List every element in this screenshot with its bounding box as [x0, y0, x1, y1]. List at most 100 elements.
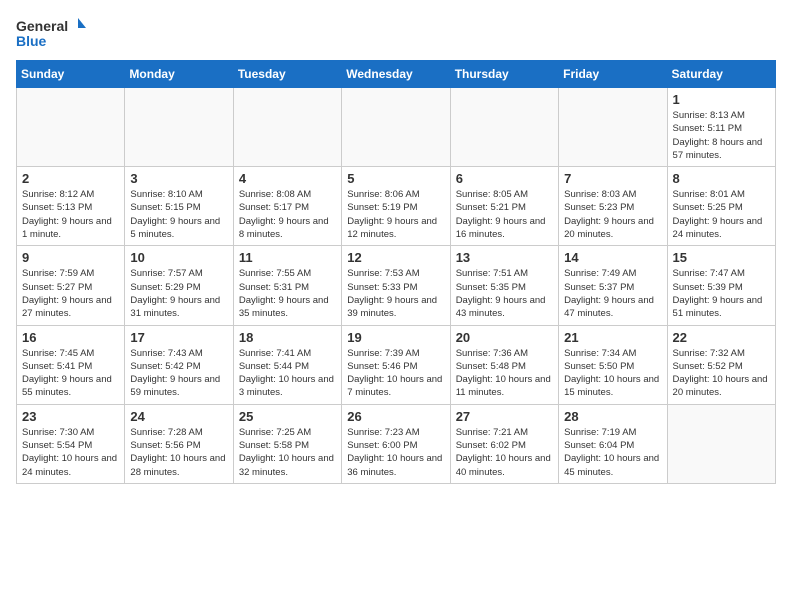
calendar-cell: 12 Sunrise: 7:53 AM Sunset: 5:33 PM Dayli… [342, 246, 450, 325]
svg-text:Blue: Blue [16, 33, 47, 49]
calendar-week-1: 1 Sunrise: 8:13 AM Sunset: 5:11 PM Daylig… [17, 88, 776, 167]
day-info: Sunrise: 7:21 AM Sunset: 6:02 PM Dayligh… [456, 426, 553, 479]
day-info: Sunrise: 7:53 AM Sunset: 5:33 PM Dayligh… [347, 267, 444, 320]
day-info: Sunrise: 7:30 AM Sunset: 5:54 PM Dayligh… [22, 426, 119, 479]
calendar-week-4: 16 Sunrise: 7:45 AM Sunset: 5:41 PM Dayli… [17, 325, 776, 404]
calendar-cell: 1 Sunrise: 8:13 AM Sunset: 5:11 PM Daylig… [667, 88, 775, 167]
weekday-header-saturday: Saturday [667, 61, 775, 88]
day-number: 4 [239, 171, 336, 186]
calendar-cell: 20 Sunrise: 7:36 AM Sunset: 5:48 PM Dayli… [450, 325, 558, 404]
calendar-cell: 10 Sunrise: 7:57 AM Sunset: 5:29 PM Dayli… [125, 246, 233, 325]
calendar-cell: 21 Sunrise: 7:34 AM Sunset: 5:50 PM Dayli… [559, 325, 667, 404]
day-number: 15 [673, 250, 770, 265]
day-info: Sunrise: 7:36 AM Sunset: 5:48 PM Dayligh… [456, 347, 553, 400]
calendar-cell: 11 Sunrise: 7:55 AM Sunset: 5:31 PM Dayli… [233, 246, 341, 325]
weekday-header-thursday: Thursday [450, 61, 558, 88]
day-info: Sunrise: 7:39 AM Sunset: 5:46 PM Dayligh… [347, 347, 444, 400]
weekday-header-monday: Monday [125, 61, 233, 88]
day-info: Sunrise: 7:55 AM Sunset: 5:31 PM Dayligh… [239, 267, 336, 320]
calendar-header-row: SundayMondayTuesdayWednesdayThursdayFrid… [17, 61, 776, 88]
calendar-cell [17, 88, 125, 167]
calendar-cell: 17Sunrise: 7:43 AM Sunset: 5:42 PM Dayli… [125, 325, 233, 404]
calendar-cell [233, 88, 341, 167]
calendar-cell: 9 Sunrise: 7:59 AM Sunset: 5:27 PM Daylig… [17, 246, 125, 325]
calendar-cell: 8 Sunrise: 8:01 AM Sunset: 5:25 PM Daylig… [667, 167, 775, 246]
day-info: Sunrise: 7:59 AM Sunset: 5:27 PM Dayligh… [22, 267, 119, 320]
calendar-table: SundayMondayTuesdayWednesdayThursdayFrid… [16, 60, 776, 484]
day-number: 23 [22, 409, 119, 424]
day-info: Sunrise: 8:12 AM Sunset: 5:13 PM Dayligh… [22, 188, 119, 241]
day-number: 22 [673, 330, 770, 345]
page-header: General Blue [16, 16, 776, 52]
day-number: 25 [239, 409, 336, 424]
calendar-cell: 18 Sunrise: 7:41 AM Sunset: 5:44 PM Dayli… [233, 325, 341, 404]
day-number: 10 [130, 250, 227, 265]
calendar-cell: 13 Sunrise: 7:51 AM Sunset: 5:35 PM Dayli… [450, 246, 558, 325]
calendar-week-3: 9 Sunrise: 7:59 AM Sunset: 5:27 PM Daylig… [17, 246, 776, 325]
day-info: Sunrise: 7:34 AM Sunset: 5:50 PM Dayligh… [564, 347, 661, 400]
calendar-cell: 7 Sunrise: 8:03 AM Sunset: 5:23 PM Daylig… [559, 167, 667, 246]
weekday-header-wednesday: Wednesday [342, 61, 450, 88]
calendar-cell: 4 Sunrise: 8:08 AM Sunset: 5:17 PM Daylig… [233, 167, 341, 246]
day-number: 28 [564, 409, 661, 424]
day-number: 24 [130, 409, 227, 424]
day-number: 8 [673, 171, 770, 186]
day-info: Sunrise: 8:05 AM Sunset: 5:21 PM Dayligh… [456, 188, 553, 241]
day-info: Sunrise: 7:23 AM Sunset: 6:00 PM Dayligh… [347, 426, 444, 479]
day-number: 2 [22, 171, 119, 186]
calendar-week-2: 2 Sunrise: 8:12 AM Sunset: 5:13 PM Daylig… [17, 167, 776, 246]
day-info: Sunrise: 7:43 AM Sunset: 5:42 PM Dayligh… [130, 347, 227, 400]
day-number: 11 [239, 250, 336, 265]
calendar-cell: 25 Sunrise: 7:25 AM Sunset: 5:58 PM Dayli… [233, 404, 341, 483]
day-number: 6 [456, 171, 553, 186]
day-number: 1 [673, 92, 770, 107]
calendar-cell: 19 Sunrise: 7:39 AM Sunset: 5:46 PM Dayli… [342, 325, 450, 404]
calendar-week-5: 23 Sunrise: 7:30 AM Sunset: 5:54 PM Dayli… [17, 404, 776, 483]
day-number: 21 [564, 330, 661, 345]
calendar-cell: 6 Sunrise: 8:05 AM Sunset: 5:21 PM Daylig… [450, 167, 558, 246]
day-number: 7 [564, 171, 661, 186]
calendar-cell: 16 Sunrise: 7:45 AM Sunset: 5:41 PM Dayli… [17, 325, 125, 404]
day-number: 16 [22, 330, 119, 345]
weekday-header-sunday: Sunday [17, 61, 125, 88]
calendar-cell [559, 88, 667, 167]
day-info: Sunrise: 7:41 AM Sunset: 5:44 PM Dayligh… [239, 347, 336, 400]
day-number: 19 [347, 330, 444, 345]
day-number: 18 [239, 330, 336, 345]
day-number: 12 [347, 250, 444, 265]
day-info: Sunrise: 7:28 AM Sunset: 5:56 PM Dayligh… [130, 426, 227, 479]
calendar-cell: 14Sunrise: 7:49 AM Sunset: 5:37 PM Dayli… [559, 246, 667, 325]
calendar-cell: 26 Sunrise: 7:23 AM Sunset: 6:00 PM Dayli… [342, 404, 450, 483]
day-number: 20 [456, 330, 553, 345]
logo-svg: General Blue [16, 16, 86, 52]
day-info: Sunrise: 8:08 AM Sunset: 5:17 PM Dayligh… [239, 188, 336, 241]
calendar-cell: 23 Sunrise: 7:30 AM Sunset: 5:54 PM Dayli… [17, 404, 125, 483]
day-info: Sunrise: 7:32 AM Sunset: 5:52 PM Dayligh… [673, 347, 770, 400]
day-number: 27 [456, 409, 553, 424]
day-info: Sunrise: 8:01 AM Sunset: 5:25 PM Dayligh… [673, 188, 770, 241]
calendar-cell: 22 Sunrise: 7:32 AM Sunset: 5:52 PM Dayli… [667, 325, 775, 404]
day-number: 13 [456, 250, 553, 265]
day-info: Sunrise: 8:03 AM Sunset: 5:23 PM Dayligh… [564, 188, 661, 241]
calendar-cell [667, 404, 775, 483]
calendar-cell [342, 88, 450, 167]
day-info: Sunrise: 8:10 AM Sunset: 5:15 PM Dayligh… [130, 188, 227, 241]
day-number: 26 [347, 409, 444, 424]
day-info: Sunrise: 7:57 AM Sunset: 5:29 PM Dayligh… [130, 267, 227, 320]
calendar-cell: 5 Sunrise: 8:06 AM Sunset: 5:19 PM Daylig… [342, 167, 450, 246]
calendar-cell: 24 Sunrise: 7:28 AM Sunset: 5:56 PM Dayli… [125, 404, 233, 483]
logo: General Blue [16, 16, 86, 52]
calendar-cell [125, 88, 233, 167]
day-number: 5 [347, 171, 444, 186]
day-info: Sunrise: 7:25 AM Sunset: 5:58 PM Dayligh… [239, 426, 336, 479]
day-info: Sunrise: 8:06 AM Sunset: 5:19 PM Dayligh… [347, 188, 444, 241]
calendar-cell: 28Sunrise: 7:19 AM Sunset: 6:04 PM Dayli… [559, 404, 667, 483]
day-info: Sunrise: 7:47 AM Sunset: 5:39 PM Dayligh… [673, 267, 770, 320]
calendar-cell [450, 88, 558, 167]
day-info: Sunrise: 8:13 AM Sunset: 5:11 PM Dayligh… [673, 109, 770, 162]
day-number: 9 [22, 250, 119, 265]
day-info: Sunrise: 7:45 AM Sunset: 5:41 PM Dayligh… [22, 347, 119, 400]
svg-text:General: General [16, 18, 68, 34]
calendar-cell: 27 Sunrise: 7:21 AM Sunset: 6:02 PM Dayli… [450, 404, 558, 483]
day-info: Sunrise: 7:51 AM Sunset: 5:35 PM Dayligh… [456, 267, 553, 320]
